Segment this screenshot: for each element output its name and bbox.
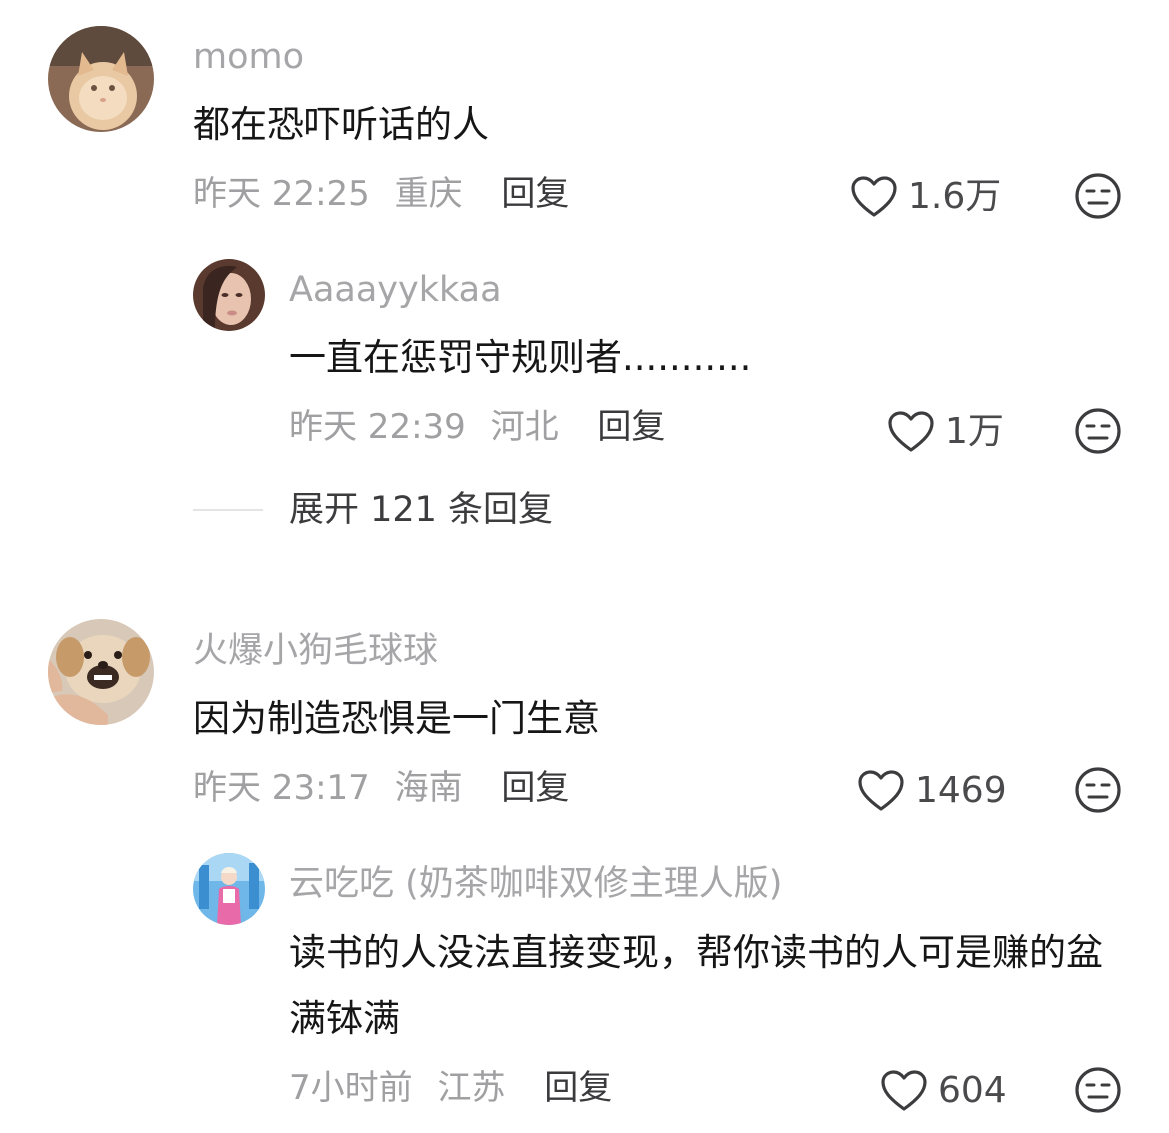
reply-meta: 7小时前 江苏 回复 (289, 1071, 612, 1105)
like-button[interactable]: 1万 (887, 407, 1004, 457)
avatar-woman-icon[interactable] (193, 259, 265, 331)
dislike-button[interactable] (1074, 1066, 1122, 1114)
like-button[interactable]: 1.6万 (850, 172, 1001, 222)
comment-location: 海南 (394, 768, 463, 808)
like-count: 604 (938, 1070, 1007, 1111)
reply-text: 读书的人没法直接变现，帮你读书的人可是赚的盆满钵满 (289, 931, 1103, 1040)
reply-location: 江苏 (437, 1068, 506, 1108)
reply-button[interactable]: 回复 (501, 177, 569, 211)
comment-time: 昨天 23:17 (193, 768, 370, 808)
reply-username[interactable]: Aaaayykkaa (289, 273, 502, 308)
comment-meta: 昨天 22:25 重庆 回复 (193, 177, 569, 211)
dislike-button[interactable] (1074, 407, 1122, 455)
like-count: 1469 (915, 770, 1007, 811)
reply-time: 昨天 22:39 (289, 407, 466, 447)
comment-text: 因为制造恐惧是一门生意 (193, 697, 600, 740)
avatar-cat-icon[interactable] (48, 26, 154, 132)
reply-button[interactable]: 回复 (544, 1071, 612, 1105)
reply-text: 一直在惩罚守规则者........... (289, 336, 752, 379)
avatar-blue-scene-icon[interactable] (193, 853, 265, 925)
expand-replies-button[interactable]: 展开 121 条回复 (289, 492, 553, 528)
neutral-face-icon (1075, 408, 1121, 454)
dislike-button[interactable] (1074, 766, 1122, 814)
like-count: 1万 (945, 411, 1004, 452)
dislike-button[interactable] (1074, 172, 1122, 220)
comment-meta: 昨天 23:17 海南 回复 (193, 771, 569, 805)
heart-outline-icon (858, 770, 904, 811)
comment-username[interactable]: momo (193, 40, 304, 75)
heart-outline-icon (881, 1070, 927, 1111)
comment-text: 都在恐吓听话的人 (193, 103, 489, 146)
expand-divider (193, 509, 263, 511)
heart-outline-icon (851, 176, 897, 217)
reply-location: 河北 (490, 407, 559, 447)
neutral-face-icon (1075, 767, 1121, 813)
reply-username[interactable]: 云吃吃 (奶茶咖啡双修主理人版) (289, 867, 782, 902)
expand-replies-row[interactable]: 展开 121 条回复 (193, 488, 553, 532)
neutral-face-icon (1075, 1067, 1121, 1113)
comment-username[interactable]: 火爆小狗毛球球 (193, 634, 438, 669)
heart-outline-icon (888, 411, 934, 452)
reply-meta: 昨天 22:39 河北 回复 (289, 410, 665, 444)
reply-time: 7小时前 (289, 1068, 413, 1108)
neutral-face-icon (1075, 173, 1121, 219)
avatar-dog-icon[interactable] (48, 619, 154, 725)
reply-button[interactable]: 回复 (501, 771, 569, 805)
like-count: 1.6万 (908, 176, 1002, 217)
reply-button[interactable]: 回复 (597, 410, 665, 444)
comment-time: 昨天 22:25 (193, 174, 370, 214)
like-button[interactable]: 604 (880, 1066, 1007, 1116)
like-button[interactable]: 1469 (857, 766, 1007, 816)
comment-location: 重庆 (394, 174, 463, 214)
